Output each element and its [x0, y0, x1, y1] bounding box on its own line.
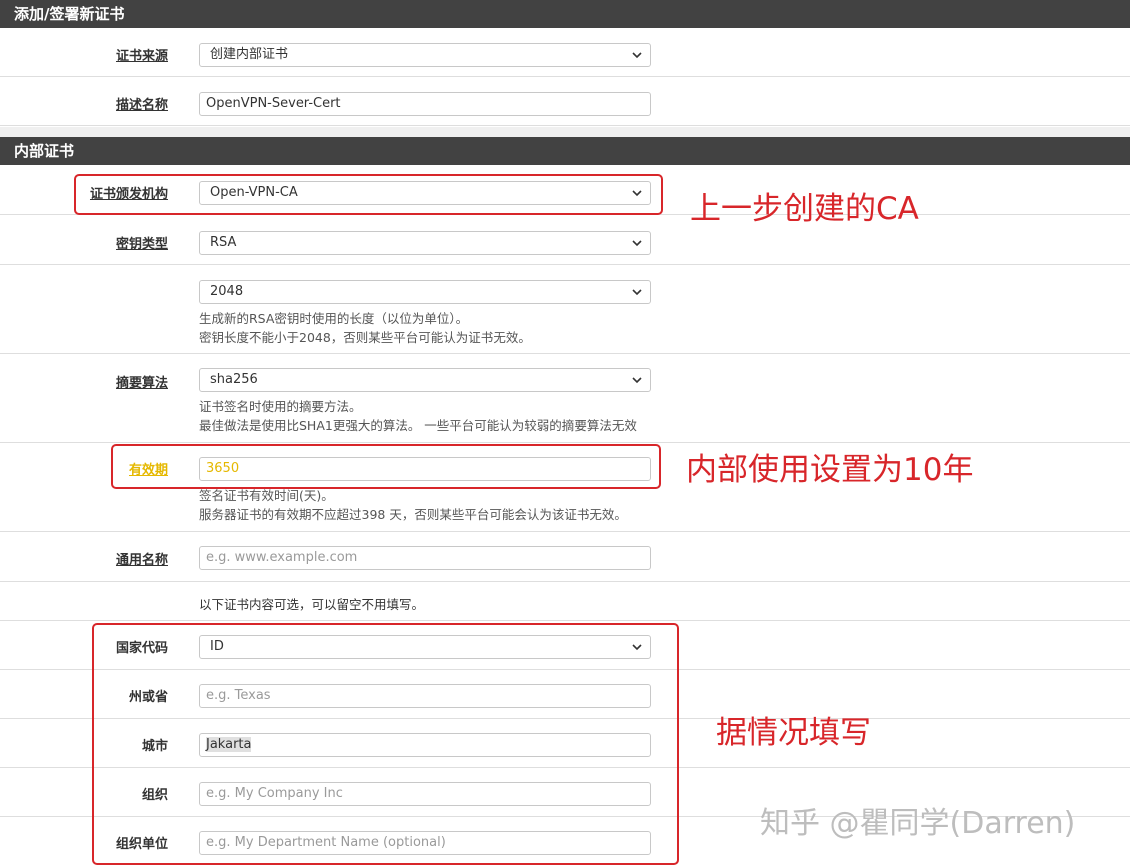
form-row-key-type: 密钥类型 RSA: [0, 215, 1130, 265]
annotation-ca: 上一步创建的CA: [690, 191, 919, 227]
description-input[interactable]: OpenVPN-Sever-Cert: [199, 92, 651, 116]
annotation-ten-years: 内部使用设置为10年: [686, 452, 974, 488]
digest-help-1: 证书签名时使用的摘要方法。: [199, 399, 362, 414]
common-name-placeholder: e.g. www.example.com: [206, 550, 358, 565]
key-length-help-1: 生成新的RSA密钥时使用的长度（以位为单位）。: [199, 311, 469, 326]
section-header-add-sign: 添加/签署新证书: [0, 0, 1130, 28]
key-type-select[interactable]: RSA: [199, 231, 651, 255]
form-row-cert-source: 证书来源 创建内部证书: [0, 28, 1130, 77]
chevron-down-icon: [632, 240, 642, 247]
annotation-box-issuer: [74, 174, 663, 215]
annotation-box-optional-fields: [92, 623, 679, 865]
chevron-down-icon: [632, 289, 642, 296]
description-label: 描述名称: [115, 98, 168, 113]
form-row-key-length: 2048 生成新的RSA密钥时使用的长度（以位为单位）。 密钥长度不能小于204…: [0, 265, 1130, 354]
watermark: 知乎 @瞿同学(Darren): [760, 806, 1076, 841]
form-row-digest: 摘要算法 sha256 证书签名时使用的摘要方法。 最佳做法是使用比SHA1更强…: [0, 354, 1130, 443]
chevron-down-icon: [632, 377, 642, 384]
digest-value: sha256: [210, 372, 258, 387]
cert-source-value: 创建内部证书: [210, 47, 289, 62]
section-gap: [0, 127, 1130, 137]
form-row-optional-note: 以下证书内容可选，可以留空不用填写。: [0, 582, 1130, 621]
annotation-box-lifetime: [111, 444, 661, 489]
form-row-description: 描述名称 OpenVPN-Sever-Cert: [0, 77, 1130, 126]
form-row-common-name: 通用名称 e.g. www.example.com: [0, 532, 1130, 582]
key-length-select[interactable]: 2048: [199, 280, 651, 304]
lifetime-help-2: 服务器证书的有效期不应超过398 天，否则某些平台可能会认为该证书无效。: [199, 507, 627, 522]
key-length-value: 2048: [210, 284, 244, 299]
optional-note: 以下证书内容可选，可以留空不用填写。: [199, 597, 425, 612]
digest-label: 摘要算法: [115, 376, 168, 391]
annotation-fill: 据情况填写: [716, 715, 871, 751]
cert-source-label: 证书来源: [115, 49, 168, 64]
common-name-input[interactable]: e.g. www.example.com: [199, 546, 651, 570]
section-header-internal: 内部证书: [0, 137, 1130, 165]
key-length-help-2: 密钥长度不能小于2048，否则某些平台可能认为证书无效。: [199, 330, 531, 345]
description-value: OpenVPN-Sever-Cert: [206, 96, 341, 111]
cert-source-select[interactable]: 创建内部证书: [199, 43, 651, 67]
digest-help-2: 最佳做法是使用比SHA1更强大的算法。 一些平台可能认为较弱的摘要算法无效: [199, 418, 637, 433]
key-type-label: 密钥类型: [115, 237, 168, 252]
chevron-down-icon: [632, 52, 642, 59]
digest-select[interactable]: sha256: [199, 368, 651, 392]
common-name-label: 通用名称: [115, 553, 168, 568]
key-type-value: RSA: [210, 235, 237, 250]
